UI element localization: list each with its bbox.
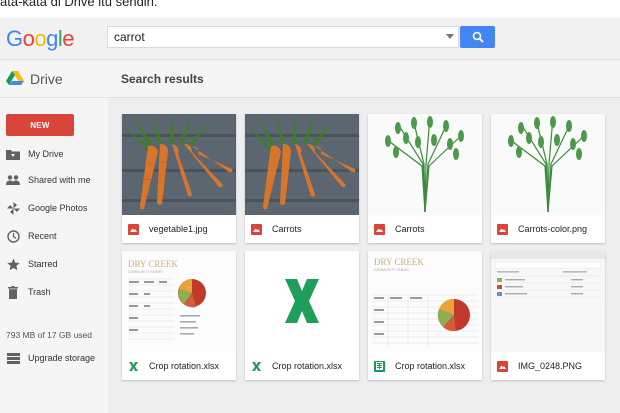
search-options-caret-icon[interactable]	[446, 34, 454, 39]
file-card-footer: Crop rotation.xlsx	[368, 352, 482, 380]
file-card[interactable]: IMG_0248.PNG	[491, 251, 605, 380]
sidebar-item-label: Recent	[28, 231, 57, 241]
new-button[interactable]: NEW	[6, 114, 74, 136]
clock-icon	[6, 229, 20, 243]
file-name: Crop rotation.xlsx	[149, 361, 220, 371]
carrot-photo-thumbnail	[122, 114, 236, 215]
image-file-icon	[128, 223, 139, 235]
search-button[interactable]	[460, 26, 495, 48]
image-file-icon	[251, 223, 262, 235]
file-card[interactable]: DRY CREEK COMMUNITY FARMS Crop rotation.…	[368, 251, 482, 380]
search-icon	[472, 31, 484, 43]
carrot-photo-thumbnail	[245, 114, 359, 215]
thumb-title: DRY CREEK	[374, 257, 424, 267]
file-card[interactable]: DRY CREEK COMMUNITY FARMS Crop rotation.…	[122, 251, 236, 380]
search-box[interactable]	[107, 26, 459, 48]
file-grid: vegetable1.jpg Carrots Carrots Carrots-c…	[108, 98, 620, 413]
sidebar-item-label: Starred	[28, 259, 58, 269]
file-name: vegetable1.jpg	[149, 224, 208, 234]
thumb-subtitle: COMMUNITY FARMS	[374, 268, 409, 272]
search-input[interactable]	[108, 27, 428, 47]
sidebar-item-recent[interactable]: Recent	[0, 225, 108, 247]
file-card[interactable]: vegetable1.jpg	[122, 114, 236, 243]
file-card-footer: Carrots	[368, 215, 482, 243]
page-title: Search results	[121, 72, 204, 86]
carrot-color-sketch-thumbnail	[491, 114, 605, 215]
file-card-footer: Carrots-color.png	[491, 215, 605, 243]
file-card-footer: Crop rotation.xlsx	[122, 352, 236, 380]
folder-icon	[6, 147, 20, 161]
file-name: Carrots	[272, 224, 302, 234]
upgrade-storage-label: Upgrade storage	[28, 353, 96, 363]
sidebar-item-trash[interactable]: Trash	[0, 281, 108, 303]
sidebar-item-label: My Drive	[28, 149, 64, 159]
logo-letter: G	[6, 26, 23, 51]
file-name: Carrots-color.png	[518, 224, 588, 234]
star-icon	[6, 257, 20, 271]
sidebar-item-label: Trash	[28, 287, 51, 297]
logo-letter: g	[46, 26, 58, 51]
drive-app-name[interactable]: Drive	[30, 71, 63, 87]
file-card-footer: IMG_0248.PNG	[491, 352, 605, 380]
google-logo[interactable]: Google	[6, 26, 75, 52]
drive-bar: Drive Search results	[0, 60, 620, 98]
sidebar-item-starred[interactable]: Starred	[0, 253, 108, 275]
file-name: IMG_0248.PNG	[518, 361, 583, 371]
excel-logo-thumbnail	[245, 251, 359, 352]
sheets-file-icon	[374, 360, 385, 372]
sidebar-item-my-drive[interactable]: My Drive	[0, 143, 108, 165]
file-card[interactable]: Carrots	[368, 114, 482, 243]
trash-icon	[6, 285, 20, 299]
sidebar-item-label: Shared with me	[28, 175, 91, 185]
sidebar-item-google-photos[interactable]: Google Photos	[0, 197, 108, 219]
file-card-footer: Crop rotation.xlsx	[245, 352, 359, 380]
google-header: Google	[0, 18, 620, 60]
excel-file-icon	[128, 361, 139, 372]
storage-icon	[6, 352, 20, 364]
thumb-subtitle: COMMUNITY FARMS	[128, 270, 163, 274]
image-file-icon	[374, 223, 385, 235]
file-name: Carrots	[395, 224, 425, 234]
file-name: Crop rotation.xlsx	[272, 361, 343, 371]
file-name: Crop rotation.xlsx	[395, 361, 466, 371]
file-card[interactable]: Carrots	[245, 114, 359, 243]
upgrade-storage-link[interactable]: Upgrade storage	[0, 348, 108, 368]
file-card-footer: Carrots	[245, 215, 359, 243]
image-file-icon	[497, 360, 508, 372]
storage-quota: 793 MB of 17 GB used	[6, 330, 92, 340]
carrot-sketch-thumbnail	[368, 114, 482, 215]
sidebar-item-shared-with-me[interactable]: Shared with me	[0, 169, 108, 191]
image-file-icon	[497, 223, 508, 235]
spreadsheet-thumbnail: DRY CREEK COMMUNITY FARMS	[122, 251, 236, 352]
page-caption: ata-kata di Drive itu sendiri.	[0, 0, 158, 9]
excel-file-icon	[251, 361, 262, 372]
thumb-title: DRY CREEK	[128, 259, 178, 269]
screenshot-thumbnail	[491, 251, 605, 352]
sidebar-item-label: Google Photos	[28, 203, 88, 213]
logo-letter: o	[22, 26, 35, 51]
people-icon	[6, 173, 20, 187]
spreadsheet-thumbnail: DRY CREEK COMMUNITY FARMS	[368, 251, 482, 352]
logo-letter: o	[34, 26, 47, 51]
file-card[interactable]: Carrots-color.png	[491, 114, 605, 243]
sidebar: NEW My Drive Shared with me Google Photo…	[0, 98, 108, 413]
drive-logo-icon[interactable]	[6, 69, 24, 87]
file-card[interactable]: Crop rotation.xlsx	[245, 251, 359, 380]
file-card-footer: vegetable1.jpg	[122, 215, 236, 243]
pinwheel-icon	[6, 201, 20, 215]
logo-letter: e	[62, 26, 75, 51]
